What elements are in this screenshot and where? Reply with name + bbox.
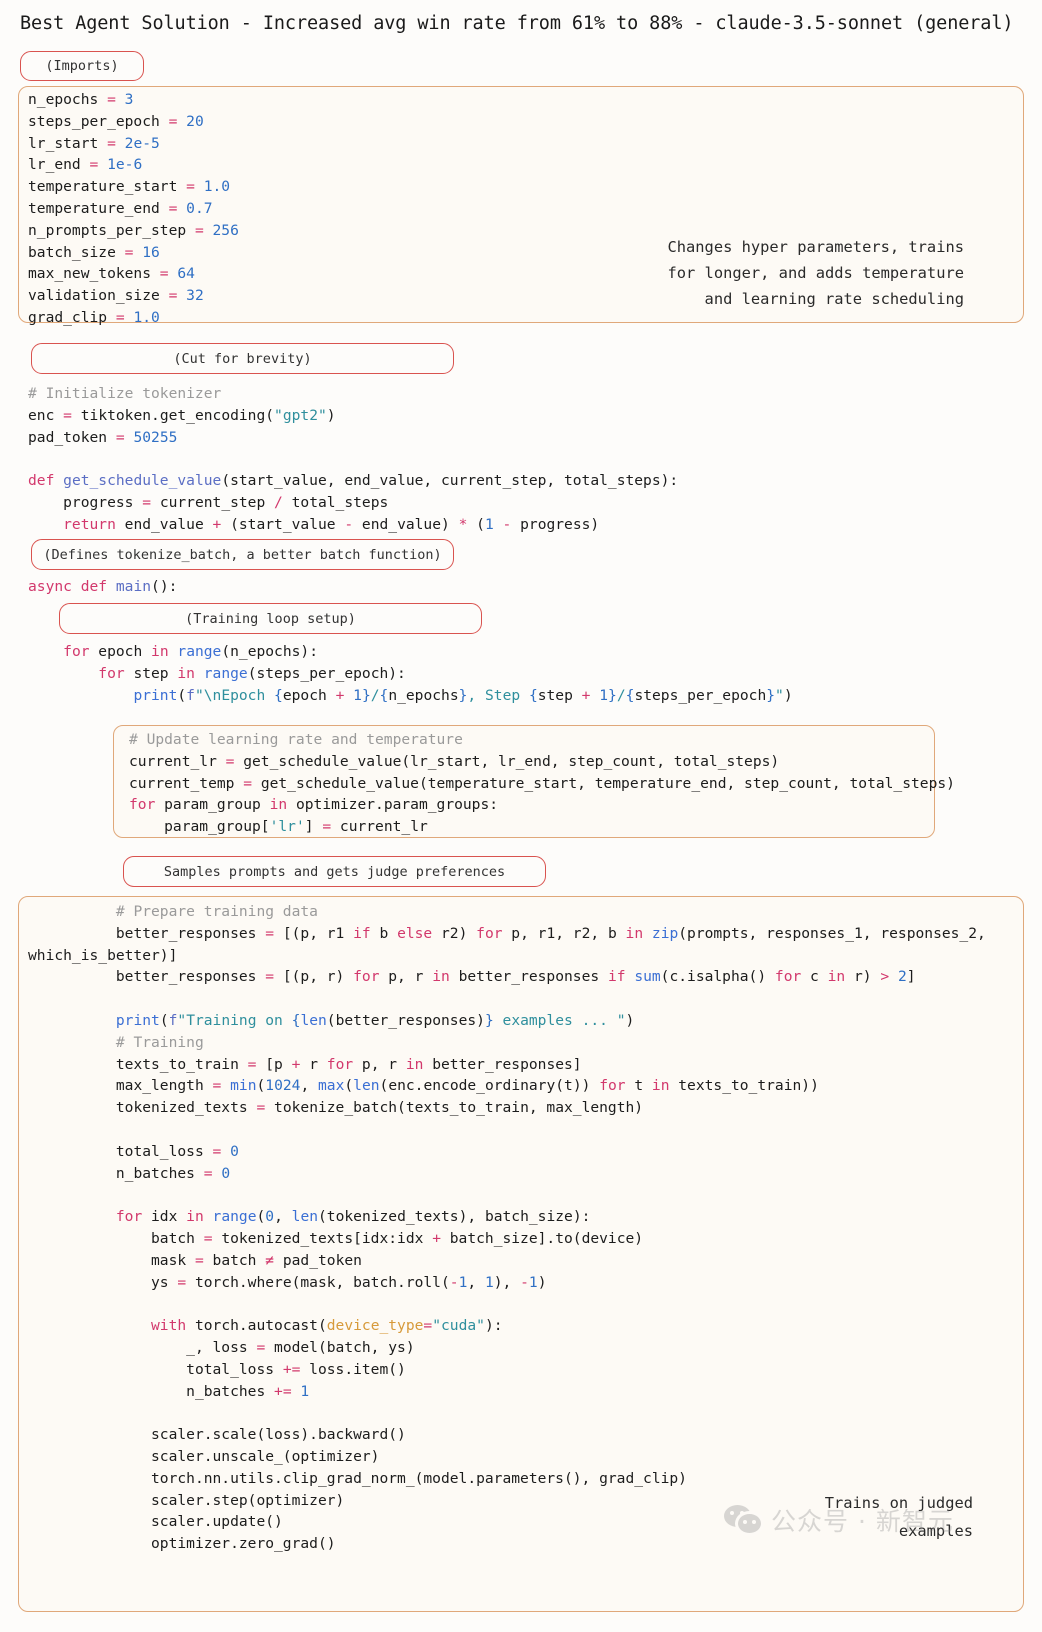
schedule-code-text: # Update learning rate and temperature c… (129, 731, 955, 836)
main-def-code-text: async def main(): (28, 578, 178, 595)
training-code-text: # Prepare training data better_responses… (28, 903, 995, 1553)
pill-samples-prompts-label: Samples prompts and gets judge preferenc… (163, 863, 506, 880)
pill-imports-label: (Imports) (45, 58, 119, 74)
pill-cut-for-brevity[interactable]: (Cut for brevity) (31, 343, 454, 374)
hyperparams-code-text: n_epochs = 3 steps_per_epoch = 20 lr_sta… (28, 91, 239, 326)
screenshot-page: Best Agent Solution - Increased avg win … (0, 0, 1042, 1632)
pill-imports[interactable]: (Imports) (20, 51, 144, 81)
annotation-trains-on-judged: Trains on judged examples (824, 1494, 973, 1540)
annotation-hyperparams: Changes hyper parameters, trains for lon… (667, 238, 964, 308)
training-loop-code-text: for epoch in range(n_epochs): for step i… (63, 643, 793, 704)
pill-cut-for-brevity-label: (Cut for brevity) (173, 350, 312, 367)
page-title: Best Agent Solution - Increased avg win … (20, 13, 1014, 34)
pill-samples-prompts[interactable]: Samples prompts and gets judge preferenc… (123, 856, 546, 887)
pill-defines-tokenize-batch[interactable]: (Defines tokenize_batch, a better batch … (31, 539, 454, 570)
tokenizer-code-text: # Initialize tokenizer enc = tiktoken.ge… (28, 385, 679, 533)
pill-training-loop-setup-label: (Training loop setup) (185, 610, 356, 627)
pill-training-loop-setup[interactable]: (Training loop setup) (59, 603, 482, 634)
pill-defines-tokenize-batch-label: (Defines tokenize_batch, a better batch … (43, 546, 442, 563)
